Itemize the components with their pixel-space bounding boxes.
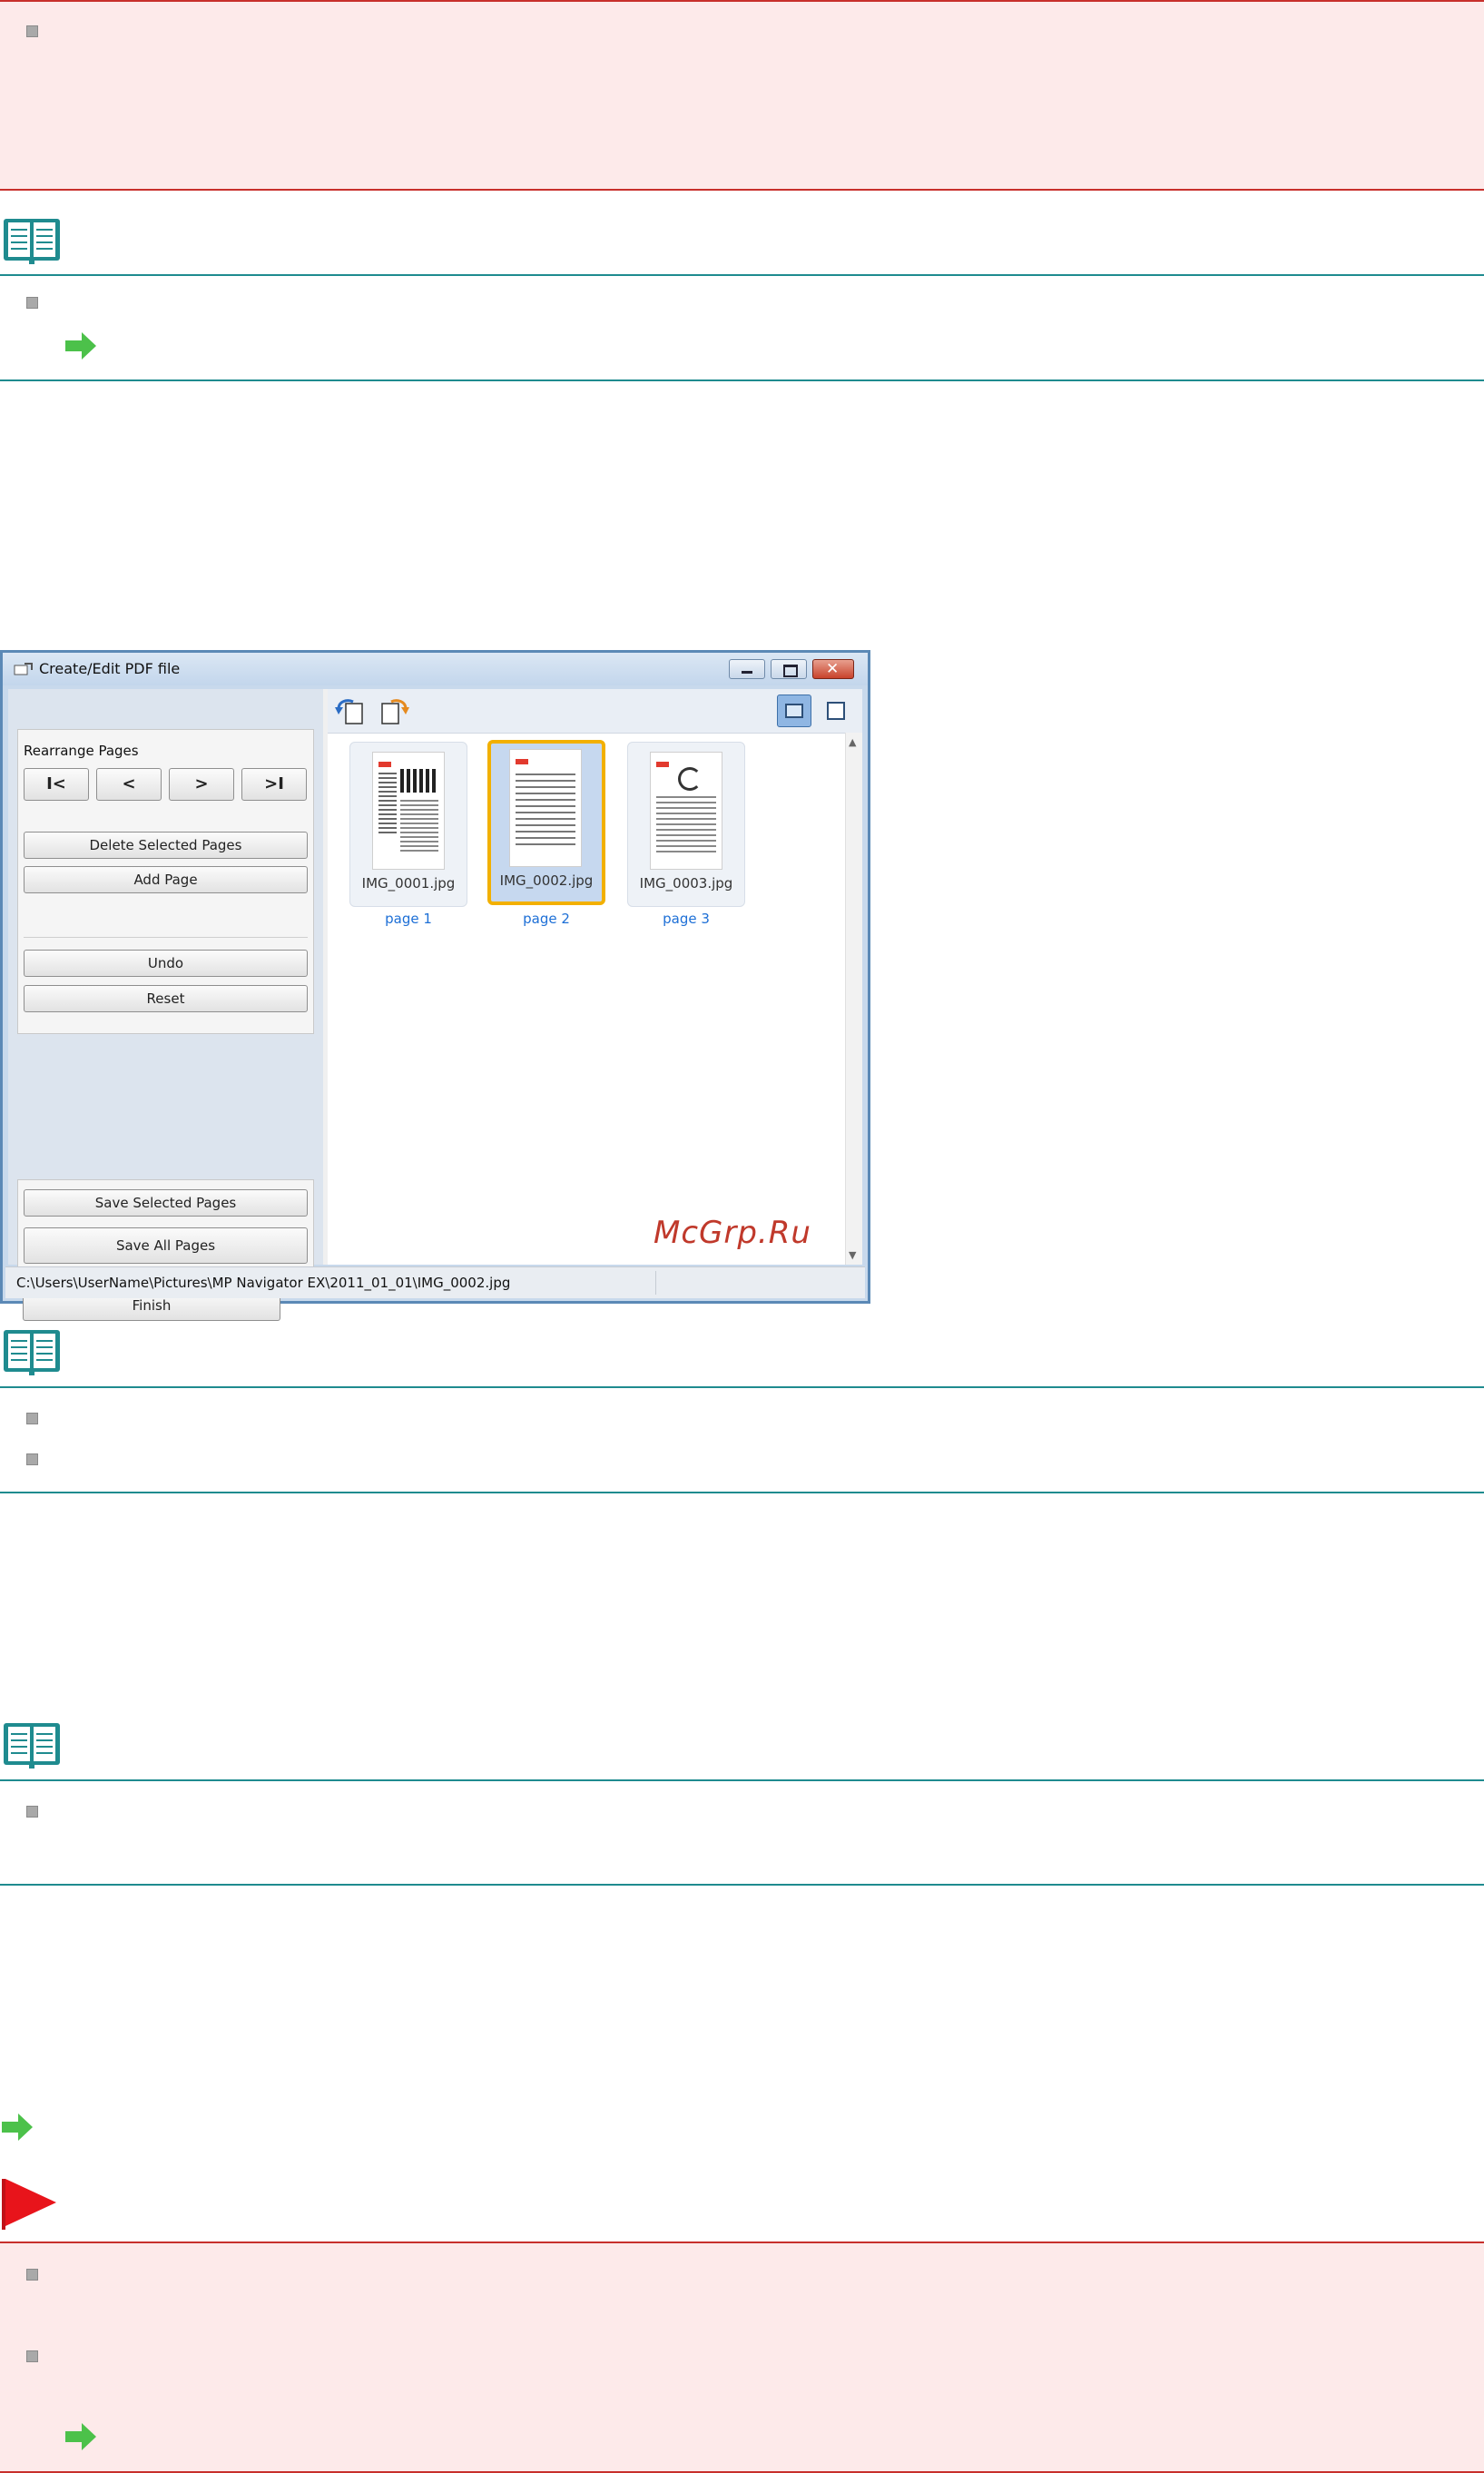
scroll-down-icon[interactable]: ▼ [849, 1249, 856, 1261]
note-divider-top [0, 274, 1484, 276]
window-title: Create/Edit PDF file [39, 660, 181, 677]
thumbnail-view-icon[interactable] [777, 695, 811, 727]
reset-button[interactable]: Reset [24, 985, 308, 1012]
rotate-right-icon[interactable] [378, 696, 409, 725]
previous-page-button[interactable]: < [96, 768, 162, 801]
note-divider-top [0, 1386, 1484, 1388]
status-bar: C:\Users\UserName\Pictures\MP Navigator … [5, 1266, 865, 1298]
thumbnail-item-1[interactable]: IMG_0001.jpg [349, 742, 467, 907]
note-divider-bottom [0, 379, 1484, 381]
bullet-icon [26, 2350, 38, 2362]
delete-selected-pages-button[interactable]: Delete Selected Pages [24, 832, 308, 859]
status-file-path: C:\Users\UserName\Pictures\MP Navigator … [16, 1275, 511, 1291]
window-client: Rearrange Pages I< < > >I Delete Selecte… [8, 689, 862, 1321]
page-label-3: page 3 [663, 911, 710, 927]
bullet-icon [26, 1453, 38, 1465]
thumbnail-item-2-selected[interactable]: IMG_0002.jpg [487, 740, 605, 905]
thumbnail-filename: IMG_0002.jpg [499, 872, 594, 889]
link-arrow-icon[interactable] [0, 2112, 34, 2143]
title-bar: Create/Edit PDF file ✕ [3, 653, 868, 685]
important-flag-icon [2, 2179, 56, 2230]
important-box-bottom [0, 2241, 1484, 2473]
maximize-icon[interactable] [771, 659, 807, 679]
page-label-2: page 2 [523, 911, 570, 927]
link-arrow-icon[interactable] [64, 330, 98, 361]
note-divider-bottom [0, 1884, 1484, 1886]
save-group: Save Selected Pages Save All Pages [17, 1179, 314, 1279]
left-panel: Rearrange Pages I< < > >I Delete Selecte… [8, 689, 323, 1321]
thumbnail-item-3[interactable]: IMG_0003.jpg [627, 742, 745, 907]
view-toolbar [328, 689, 862, 734]
rotate-left-icon[interactable] [335, 696, 366, 725]
page-preview [509, 749, 582, 867]
thumbnail-filename: IMG_0003.jpg [639, 875, 733, 892]
note-book-icon [4, 1723, 60, 1769]
add-page-button[interactable]: Add Page [24, 866, 308, 893]
group-separator [24, 937, 308, 938]
last-page-button[interactable]: >I [241, 768, 307, 801]
bullet-icon [26, 297, 38, 309]
status-divider [655, 1271, 656, 1295]
page-thumbnail-area: IMG_0001.jpg page 1 IMG_0002.jpg page 2 [328, 689, 862, 1265]
next-page-button[interactable]: > [169, 768, 234, 801]
note-book-icon [4, 1330, 60, 1375]
undo-button[interactable]: Undo [24, 950, 308, 977]
app-icon [14, 663, 33, 675]
scroll-up-icon[interactable]: ▲ [849, 736, 856, 748]
note-book-icon [4, 219, 60, 264]
create-edit-pdf-window: Create/Edit PDF file ✕ Rearrange Pages I… [0, 650, 870, 1321]
save-selected-pages-button[interactable]: Save Selected Pages [24, 1189, 308, 1217]
important-box-top [0, 0, 1484, 191]
close-icon[interactable]: ✕ [812, 659, 854, 679]
watermark: McGrp.Ru [654, 1215, 811, 1251]
link-arrow-icon[interactable] [64, 2421, 98, 2452]
note-divider-top [0, 1779, 1484, 1781]
page-label-1: page 1 [385, 911, 432, 927]
page-preview [650, 752, 722, 870]
bullet-icon [26, 25, 38, 37]
single-page-view-icon[interactable] [819, 695, 853, 727]
thumbnail-filename: IMG_0001.jpg [361, 875, 456, 892]
first-page-button[interactable]: I< [24, 768, 89, 801]
note-divider-bottom [0, 1492, 1484, 1493]
vertical-scrollbar[interactable]: ▲ ▼ [845, 733, 862, 1265]
rearrange-group: Rearrange Pages I< < > >I Delete Selecte… [17, 729, 314, 1034]
bullet-icon [26, 1413, 38, 1424]
bullet-icon [26, 1806, 38, 1818]
page-preview [372, 752, 445, 870]
minimize-icon[interactable] [729, 659, 765, 679]
bullet-icon [26, 2269, 38, 2281]
save-all-pages-button[interactable]: Save All Pages [24, 1227, 308, 1264]
rearrange-label: Rearrange Pages [24, 743, 139, 759]
